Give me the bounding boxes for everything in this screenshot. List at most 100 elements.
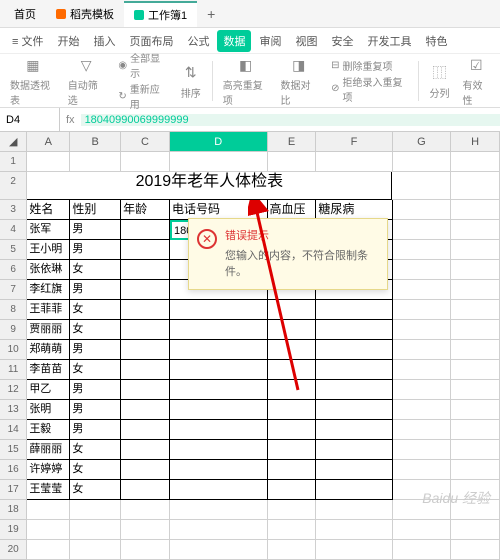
cell[interactable] — [170, 480, 268, 500]
tool-filter[interactable]: ▽自动筛选 — [64, 54, 109, 107]
cell[interactable] — [27, 152, 70, 172]
cell[interactable] — [393, 260, 452, 280]
cell[interactable] — [316, 540, 392, 560]
cell[interactable]: 女 — [70, 260, 121, 280]
row-header[interactable]: 12 — [0, 380, 27, 400]
cell[interactable] — [451, 460, 500, 480]
cell[interactable]: 王毅 — [27, 420, 70, 440]
cell[interactable] — [268, 420, 317, 440]
cell[interactable] — [451, 540, 500, 560]
cell[interactable] — [393, 240, 452, 260]
cell[interactable] — [268, 360, 317, 380]
cell[interactable]: 男 — [70, 280, 121, 300]
cell[interactable] — [27, 540, 70, 560]
row-header[interactable]: 20 — [0, 540, 27, 560]
tool-sort[interactable]: ⇅排序 — [176, 62, 206, 100]
cell[interactable] — [393, 460, 452, 480]
cell[interactable] — [170, 400, 268, 420]
cell[interactable] — [121, 420, 170, 440]
col-f[interactable]: F — [316, 132, 392, 151]
cell[interactable] — [392, 172, 451, 200]
cell[interactable] — [268, 320, 317, 340]
row-header[interactable]: 1 — [0, 152, 27, 172]
cell[interactable] — [170, 152, 268, 172]
cell[interactable] — [121, 360, 170, 380]
cell[interactable] — [268, 300, 317, 320]
cell[interactable] — [170, 360, 268, 380]
cell[interactable]: 郑萌萌 — [27, 340, 70, 360]
row-header[interactable]: 5 — [0, 240, 27, 260]
cell[interactable] — [451, 240, 500, 260]
col-c[interactable]: C — [121, 132, 170, 151]
cell[interactable] — [451, 260, 500, 280]
cell[interactable] — [451, 172, 500, 200]
cell[interactable] — [170, 320, 268, 340]
cell[interactable]: 薛丽丽 — [27, 440, 70, 460]
cell[interactable] — [393, 420, 452, 440]
cell[interactable] — [121, 280, 170, 300]
cell[interactable] — [268, 400, 317, 420]
cell[interactable] — [170, 540, 268, 560]
row-header[interactable]: 18 — [0, 500, 27, 520]
cell[interactable] — [451, 200, 500, 220]
col-a[interactable]: A — [27, 132, 70, 151]
cell[interactable] — [451, 420, 500, 440]
cell[interactable] — [316, 520, 392, 540]
cell[interactable] — [451, 280, 500, 300]
col-g[interactable]: G — [393, 132, 452, 151]
menu-layout[interactable]: 页面布局 — [123, 30, 179, 52]
tool-pivot[interactable]: ▦数据透视表 — [6, 54, 60, 107]
cell[interactable] — [393, 152, 452, 172]
cell[interactable]: 甲乙 — [27, 380, 70, 400]
cell[interactable] — [316, 360, 392, 380]
cell[interactable] — [121, 340, 170, 360]
cell[interactable] — [393, 300, 452, 320]
menu-feature[interactable]: 特色 — [419, 30, 453, 52]
cell[interactable] — [268, 540, 317, 560]
cell[interactable] — [451, 400, 500, 420]
cell[interactable] — [170, 460, 268, 480]
cell[interactable] — [393, 440, 452, 460]
cell[interactable] — [316, 320, 392, 340]
cell[interactable] — [268, 152, 317, 172]
cell[interactable]: 糖尿病 — [316, 200, 392, 220]
corner-cell[interactable]: ◢ — [0, 132, 27, 151]
cell[interactable] — [121, 240, 170, 260]
menu-security[interactable]: 安全 — [325, 30, 359, 52]
cell[interactable]: 男 — [70, 240, 121, 260]
cell[interactable] — [316, 440, 392, 460]
cell[interactable] — [393, 220, 452, 240]
cell[interactable] — [393, 340, 452, 360]
row-header[interactable]: 16 — [0, 460, 27, 480]
cell[interactable] — [451, 520, 500, 540]
tab-home[interactable]: 首页 — [4, 2, 46, 26]
cell[interactable] — [121, 380, 170, 400]
cell[interactable] — [316, 380, 392, 400]
cell[interactable] — [451, 340, 500, 360]
cell[interactable] — [268, 380, 317, 400]
cell[interactable]: 贾丽丽 — [27, 320, 70, 340]
row-header[interactable]: 9 — [0, 320, 27, 340]
col-b[interactable]: B — [70, 132, 121, 151]
cell[interactable] — [70, 500, 121, 520]
cell[interactable] — [451, 360, 500, 380]
cell[interactable] — [316, 460, 392, 480]
cell[interactable] — [170, 500, 268, 520]
row-header[interactable]: 15 — [0, 440, 27, 460]
cell[interactable]: 王菲菲 — [27, 300, 70, 320]
cell[interactable]: 男 — [70, 420, 121, 440]
cell[interactable] — [393, 540, 452, 560]
cell[interactable] — [451, 380, 500, 400]
cell[interactable] — [393, 520, 452, 540]
cell[interactable] — [268, 480, 317, 500]
menu-insert[interactable]: 插入 — [87, 30, 121, 52]
cell[interactable] — [316, 420, 392, 440]
tool-filter-ops[interactable]: ◉全部显示 ↻重新应用 — [112, 50, 171, 111]
cell[interactable] — [121, 460, 170, 480]
cell[interactable]: 王莹莹 — [27, 480, 70, 500]
cell[interactable] — [393, 280, 452, 300]
cell[interactable]: 女 — [70, 300, 121, 320]
cell[interactable]: 张依琳 — [27, 260, 70, 280]
cell[interactable]: 女 — [70, 460, 121, 480]
cell[interactable]: 王小明 — [27, 240, 70, 260]
